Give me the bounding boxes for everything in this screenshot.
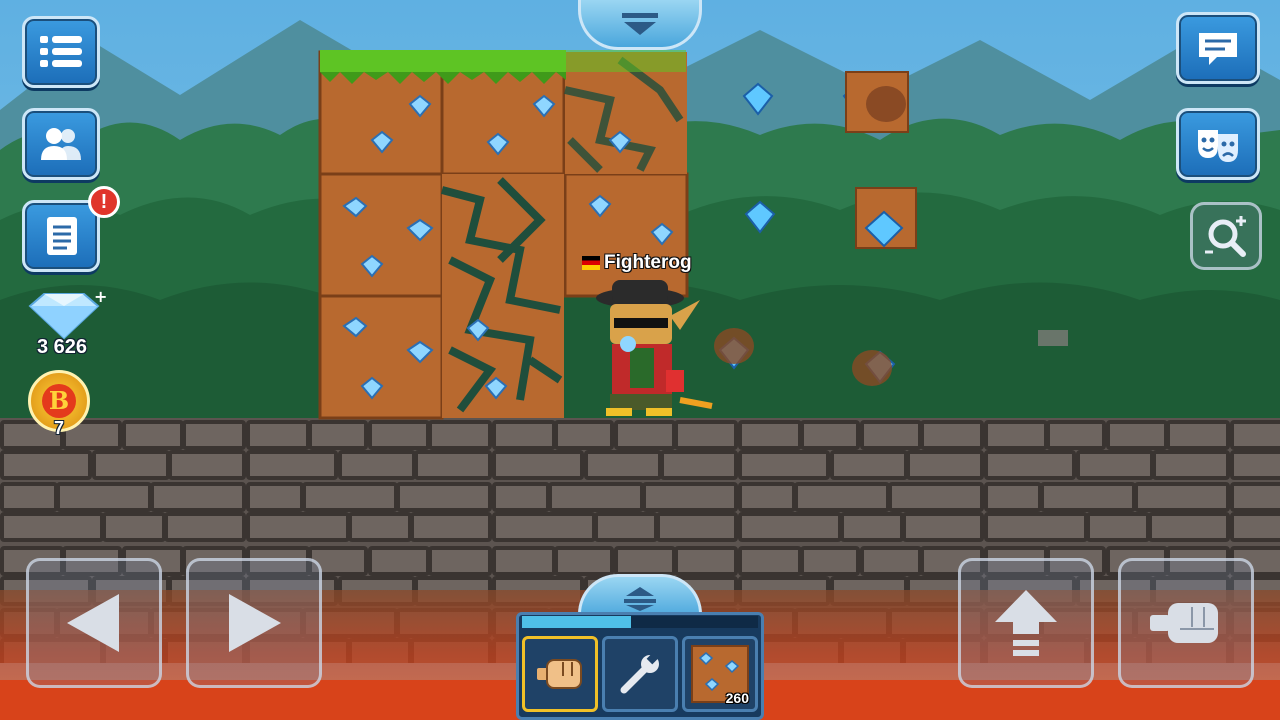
player-name: Fighterog bbox=[604, 252, 692, 273]
diamond-icon: + bbox=[28, 287, 107, 340]
friends-button[interactable] bbox=[22, 108, 100, 180]
main-menu-button[interactable] bbox=[22, 16, 100, 88]
zoom-icon bbox=[1205, 216, 1246, 257]
inventory-slot-wrench[interactable] bbox=[602, 636, 678, 712]
zoom-button[interactable] bbox=[1190, 202, 1262, 270]
slot-item-count: 260 bbox=[725, 690, 749, 706]
arrow-right-icon bbox=[229, 594, 281, 652]
chat-icon bbox=[1199, 33, 1237, 65]
emotes-masks-icon bbox=[1198, 130, 1238, 162]
punch-button[interactable] bbox=[1118, 558, 1254, 688]
byte-coin-count: 7 bbox=[53, 418, 64, 438]
top-pulldown-button[interactable] bbox=[578, 0, 702, 50]
quest-alert-badge: ! bbox=[88, 186, 120, 218]
emotes-button[interactable] bbox=[1176, 108, 1260, 180]
germany-flag-icon bbox=[582, 256, 600, 270]
byte-coin-icon: B bbox=[42, 384, 76, 418]
jump-button[interactable] bbox=[958, 558, 1094, 688]
chat-button[interactable] bbox=[1176, 12, 1260, 84]
menu-list-icon bbox=[40, 36, 82, 67]
arrow-up-icon bbox=[995, 590, 1057, 656]
gem-count: 3 626 bbox=[36, 336, 88, 358]
player-nametag: Fighterog bbox=[582, 252, 692, 274]
move-left-button[interactable] bbox=[26, 558, 162, 688]
friends-icon bbox=[41, 128, 81, 160]
fist-icon bbox=[537, 659, 582, 689]
svg-text:B: B bbox=[49, 386, 69, 415]
quests-scroll-icon bbox=[47, 217, 77, 255]
fist-icon bbox=[1150, 603, 1218, 643]
wrench-icon bbox=[620, 651, 660, 694]
inventory-slot-dirt-gem-block[interactable]: 260 bbox=[682, 636, 758, 712]
inventory-slot-fist[interactable] bbox=[522, 636, 598, 712]
expand-icon bbox=[624, 586, 656, 611]
quests-button[interactable] bbox=[22, 200, 100, 272]
arrow-left-icon bbox=[67, 594, 119, 652]
xp-bar bbox=[522, 616, 758, 628]
move-right-button[interactable] bbox=[186, 558, 322, 688]
svg-text:+: + bbox=[94, 290, 106, 306]
chevron-down-icon bbox=[622, 12, 658, 35]
gem-store-button[interactable]: + bbox=[22, 287, 107, 340]
